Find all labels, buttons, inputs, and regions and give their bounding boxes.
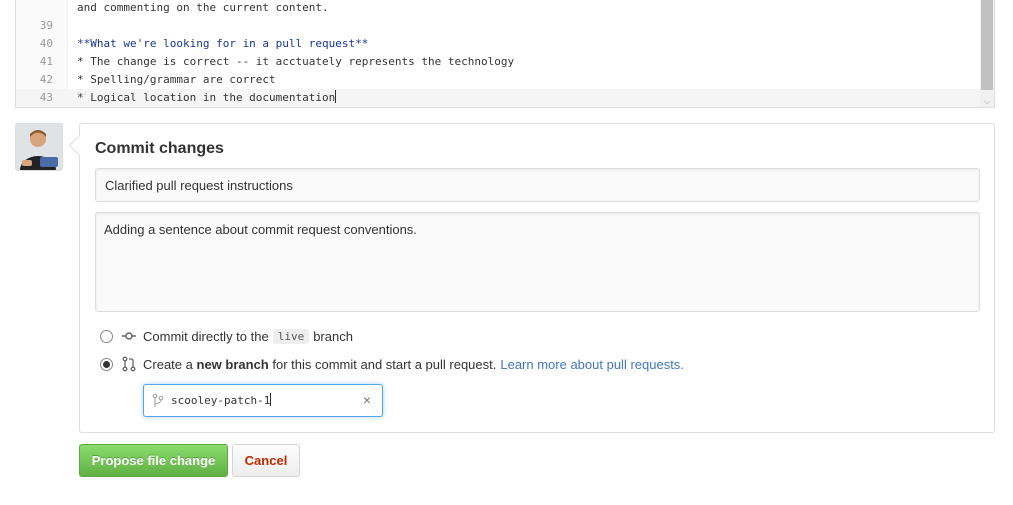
line-number: 43 xyxy=(39,91,53,104)
line-number: 42 xyxy=(39,73,53,86)
branch-name-value: scooley-patch-1 xyxy=(171,393,272,409)
scroll-down-arrow-icon[interactable]: ⌵ xyxy=(982,96,992,106)
commit-direct-radio[interactable] xyxy=(100,329,113,343)
propose-file-change-button[interactable]: Propose file change xyxy=(79,444,228,477)
cancel-button[interactable]: Cancel xyxy=(232,444,300,477)
git-branch-icon xyxy=(152,393,164,412)
text-cursor xyxy=(270,393,272,406)
text-cursor xyxy=(335,90,337,103)
commit-description-textarea[interactable]: Adding a sentence about commit request c… xyxy=(95,212,980,312)
commit-direct-option[interactable]: Commit directly to the live branch xyxy=(100,327,353,345)
editor-line-active[interactable]: 43 * Logical location in the documentati… xyxy=(16,89,981,107)
new-branch-option[interactable]: Create a new branch for this commit and … xyxy=(100,355,684,373)
git-commit-icon xyxy=(121,328,137,344)
commit-changes-panel: Commit changes Adding a sentence about c… xyxy=(79,123,995,433)
code-editor[interactable]: and commenting on the current content. 3… xyxy=(15,0,995,108)
line-text: * Logical location in the documentation xyxy=(77,91,336,104)
editor-line[interactable]: 40 **What we're looking for in a pull re… xyxy=(16,35,981,53)
editor-line[interactable]: 42 * Spelling/grammar are correct xyxy=(16,71,981,89)
commit-summary-input[interactable] xyxy=(95,168,980,202)
line-text: * Spelling/grammar are correct xyxy=(77,73,276,86)
line-number: 41 xyxy=(39,55,53,68)
line-text: and commenting on the current content. xyxy=(77,1,329,14)
branch-name-chip: live xyxy=(272,328,310,344)
line-text-with-cursor: * Logical location in the documentation xyxy=(77,89,337,107)
new-branch-bold: new branch xyxy=(196,356,269,372)
new-branch-suffix: for this commit and start a pull request… xyxy=(272,356,497,372)
git-pull-request-icon xyxy=(121,356,137,372)
editor-line[interactable]: and commenting on the current content. xyxy=(16,0,981,17)
commit-direct-suffix: branch xyxy=(313,328,353,344)
new-branch-prefix: Create a xyxy=(143,356,193,372)
editor-line[interactable]: 41 * The change is correct -- it acctuat… xyxy=(16,53,981,71)
editor-line[interactable]: 39 xyxy=(16,17,981,35)
line-text: **What we're looking for in a pull reque… xyxy=(77,37,369,50)
commit-direct-prefix: Commit directly to the xyxy=(143,328,269,344)
branch-name-text: scooley-patch-1 xyxy=(171,394,271,407)
avatar xyxy=(15,123,63,171)
panel-title: Commit changes xyxy=(95,140,224,157)
learn-more-pull-requests-link[interactable]: Learn more about pull requests. xyxy=(500,357,684,372)
line-number: 39 xyxy=(39,19,53,32)
scrollbar-thumb[interactable] xyxy=(981,0,993,90)
editor-scrollbar[interactable]: ⌵ xyxy=(980,0,994,107)
close-icon[interactable]: × xyxy=(363,392,371,408)
line-text: * The change is correct -- it acctuately… xyxy=(77,55,515,68)
branch-name-input[interactable]: scooley-patch-1 × xyxy=(143,384,383,417)
new-branch-radio[interactable] xyxy=(100,357,113,371)
line-number: 40 xyxy=(39,37,53,50)
